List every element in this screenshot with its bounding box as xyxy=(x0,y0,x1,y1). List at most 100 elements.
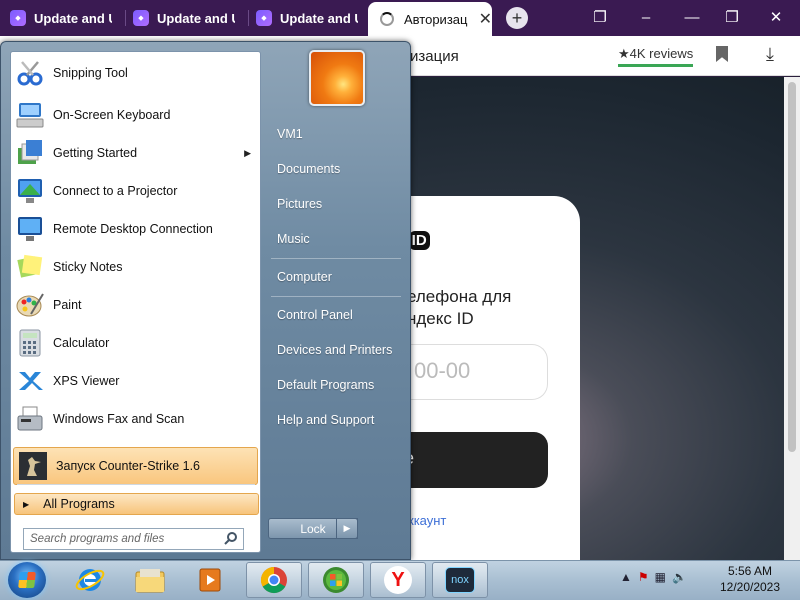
arrow-right-icon: ▶ xyxy=(23,499,30,509)
program-label: Getting Started xyxy=(53,146,138,160)
program-xps-viewer[interactable]: XPS Viewer xyxy=(11,362,261,400)
login-prompt: елефона для ндекс ID xyxy=(407,286,511,330)
start-item-devices-printers[interactable]: Devices and Printers xyxy=(268,335,404,365)
submenu-arrow-icon: ▶ xyxy=(244,147,251,158)
program-calculator[interactable]: Calculator xyxy=(11,324,261,362)
taskbar-windows-media-center[interactable] xyxy=(308,562,364,598)
divider xyxy=(17,484,255,485)
browser-tab-strip: ◆ Update and U ◆ Update and U ◆ Update a… xyxy=(0,0,800,36)
program-label: Calculator xyxy=(53,336,110,350)
start-item-music[interactable]: Music xyxy=(268,224,404,254)
collections-icon[interactable]: ❐ xyxy=(590,8,610,28)
program-snipping-tool[interactable]: Snipping Tool xyxy=(11,54,261,92)
app-icon: ◆ xyxy=(10,10,26,26)
program-counter-strike[interactable]: Запуск Counter-Strike 1.6 xyxy=(13,447,258,485)
loading-spinner-icon xyxy=(380,12,394,26)
getting-started-icon xyxy=(14,137,46,169)
program-paint[interactable]: Paint xyxy=(11,286,261,324)
search-icon[interactable] xyxy=(224,531,238,548)
scrollbar-thumb[interactable] xyxy=(788,82,796,452)
tab-separator xyxy=(125,10,126,26)
action-center-flag-icon[interactable]: ⚑ xyxy=(638,570,649,584)
login-prompt-line: елефона для xyxy=(407,287,512,306)
taskbar-nox-player[interactable]: nox xyxy=(432,562,488,598)
sticky-notes-icon xyxy=(14,251,46,283)
minimize-icon[interactable]: – xyxy=(636,8,656,28)
fax-icon xyxy=(14,403,46,435)
program-label: Snipping Tool xyxy=(53,66,128,80)
download-icon[interactable]: ⤓ xyxy=(766,44,774,65)
program-remote-desktop[interactable]: Remote Desktop Connection xyxy=(11,210,261,248)
shutdown-options-arrow-icon[interactable]: ▶ xyxy=(336,518,358,539)
program-label: On-Screen Keyboard xyxy=(53,108,171,122)
start-menu-programs-pane: Snipping Tool On-Screen Keyboard Getting… xyxy=(10,51,261,553)
taskbar-yandex-browser[interactable]: Y xyxy=(370,562,426,598)
network-icon[interactable]: ▦ xyxy=(655,570,666,584)
start-item-help-support[interactable]: Help and Support xyxy=(268,405,404,435)
program-windows-fax-scan[interactable]: Windows Fax and Scan xyxy=(11,400,261,438)
show-hidden-icons-icon[interactable]: ▲ xyxy=(620,570,632,584)
start-item-pictures[interactable]: Pictures xyxy=(268,189,404,219)
login-prompt-line: ндекс ID xyxy=(407,309,474,328)
taskbar-file-explorer[interactable] xyxy=(122,562,178,598)
id-badge: ID xyxy=(408,231,430,250)
restore-window-icon[interactable]: ❐ xyxy=(722,8,742,28)
start-item-computer[interactable]: Computer xyxy=(268,262,404,292)
browser-tab[interactable]: ◆ Update and U xyxy=(256,4,371,32)
taskbar-clock[interactable]: 5:56 AM 12/20/2023 xyxy=(712,563,788,595)
calculator-icon xyxy=(14,327,46,359)
media-player-icon xyxy=(199,568,221,592)
scissors-icon xyxy=(14,57,46,89)
reviews-badge[interactable]: ★4K reviews xyxy=(618,46,694,67)
new-tab-button[interactable]: + xyxy=(506,7,528,29)
program-getting-started[interactable]: Getting Started ▶ xyxy=(11,134,261,172)
start-item-documents[interactable]: Documents xyxy=(268,154,404,184)
yandex-browser-icon: Y xyxy=(384,566,412,594)
taskbar-chrome[interactable] xyxy=(246,562,302,598)
divider xyxy=(271,258,401,259)
program-sticky-notes[interactable]: Sticky Notes xyxy=(11,248,261,286)
user-picture[interactable] xyxy=(309,50,365,106)
start-button[interactable] xyxy=(8,562,46,598)
tab-title: Update and U xyxy=(34,10,112,26)
account-link[interactable]: ккаунт xyxy=(408,513,446,528)
taskbar-internet-explorer[interactable] xyxy=(62,562,118,598)
browser-tab[interactable]: ◆ Update and U xyxy=(10,4,125,32)
browser-tab-active[interactable]: Авторизац ✕ xyxy=(368,2,492,36)
windows-media-center-icon xyxy=(323,567,349,593)
clock-time: 5:56 AM xyxy=(727,564,773,578)
browser-tab[interactable]: ◆ Update and U xyxy=(133,4,248,32)
volume-muted-icon[interactable]: 🔈 xyxy=(672,570,687,584)
taskbar-media-player[interactable] xyxy=(182,562,238,598)
program-connect-to-projector[interactable]: Connect to a Projector xyxy=(11,172,261,210)
start-item-default-programs[interactable]: Default Programs xyxy=(268,370,404,400)
start-menu: Snipping Tool On-Screen Keyboard Getting… xyxy=(0,41,411,560)
search-input[interactable]: Search programs and files xyxy=(23,528,244,550)
keyboard-icon xyxy=(14,99,46,131)
page-title: изация xyxy=(410,48,459,65)
start-item-control-panel[interactable]: Control Panel xyxy=(268,300,404,330)
all-programs-button[interactable]: ▶ All Programs xyxy=(14,493,259,515)
remote-desktop-icon xyxy=(14,213,46,245)
bookmark-icon[interactable] xyxy=(716,46,728,62)
minimize-window-icon[interactable]: — xyxy=(682,8,702,28)
close-tab-icon[interactable]: ✕ xyxy=(479,9,492,29)
projector-icon xyxy=(14,175,46,207)
paint-palette-icon xyxy=(14,289,46,321)
program-label: Windows Fax and Scan xyxy=(53,412,185,426)
divider xyxy=(271,296,401,297)
tab-title: Авторизац xyxy=(404,11,468,27)
xps-viewer-icon xyxy=(14,365,46,397)
program-on-screen-keyboard[interactable]: On-Screen Keyboard xyxy=(11,96,261,134)
app-icon: ◆ xyxy=(133,10,149,26)
close-window-icon[interactable]: ✕ xyxy=(766,8,786,28)
internet-explorer-icon xyxy=(75,569,105,591)
tab-title: Update and U xyxy=(157,10,235,26)
nox-player-icon: nox xyxy=(445,567,475,593)
chrome-icon xyxy=(260,566,287,594)
phone-placeholder: 00-00 xyxy=(414,358,471,383)
counter-strike-icon xyxy=(17,450,49,482)
tab-separator xyxy=(248,10,249,26)
start-item-vm1[interactable]: VM1 xyxy=(268,119,404,149)
system-tray: ▲ ⚑ ▦ 🔈 xyxy=(620,570,687,584)
